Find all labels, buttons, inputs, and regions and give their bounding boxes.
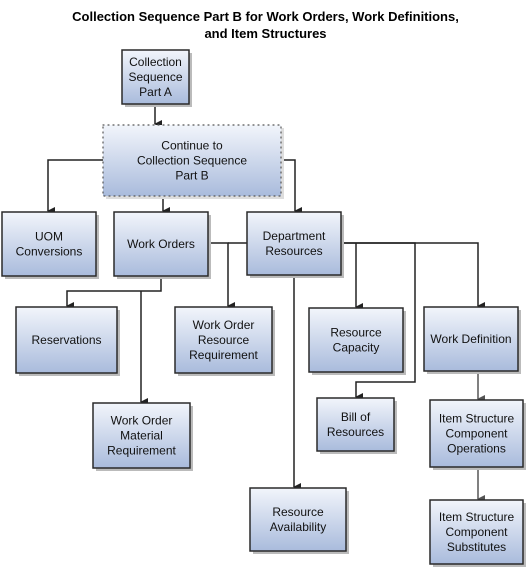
node-reservations: Reservations [15,306,120,376]
node-label-line: Availability [270,520,326,534]
node-res-capacity: ResourceCapacity [308,307,406,375]
node-iscs: Item StructureComponentSubstitutes [429,499,526,567]
node-label-line: Resource [330,326,382,340]
node-label-line: Work Orders [127,237,195,251]
node-label-line: Material [120,429,163,443]
node-label-line: Capacity [333,341,380,355]
node-label-line: Conversions [16,245,83,259]
connector-work_orders-to-reservations [66,276,162,310]
node-label-line: Bill of [341,410,371,424]
node-label-line: Collection [129,55,182,69]
node-res-avail: ResourceAvailability [249,487,349,554]
flow-diagram: CollectionSequencePart AContinue toColle… [1,49,526,567]
node-isco: Item StructureComponentOperations [429,399,526,470]
node-label-line: Department [263,229,326,243]
node-label-line: Continue to [161,139,223,153]
node-label-line: Part B [175,169,208,183]
node-part-a: CollectionSequencePart A [121,49,192,107]
node-work-def: Work Definition [423,306,521,374]
node-label-line: Resources [265,244,322,258]
node-label-line: Requirement [107,444,176,458]
node-label-line: Collection Sequence [137,154,247,168]
node-label-line: Sequence [128,70,182,84]
node-label-line: UOM [35,230,63,244]
node-label-line: Work Definition [430,332,511,346]
node-label-line: Work Order [111,414,173,428]
node-continue: Continue toCollection SequencePart B [102,124,284,199]
node-label-line: Substitutes [447,540,506,554]
node-label-line: Resource [198,333,250,347]
node-label-line: Part A [139,85,172,99]
node-womr: Work OrderMaterialRequirement [92,402,193,471]
node-label-line: Component [445,427,508,441]
node-work-orders: Work Orders [113,211,211,279]
node-label-line: Item Structure [439,510,515,524]
node-label-line: Work Order [193,318,255,332]
node-label-line: Operations [447,442,506,456]
node-label-line: Requirement [189,348,258,362]
node-label-line: Resource [272,505,324,519]
node-dept-res: DepartmentResources [246,211,344,278]
connector-continue-to-uom [47,159,103,215]
node-uom: UOMConversions [1,211,99,279]
connector-dept_res-to-work_def [341,242,485,310]
node-worr: Work OrderResourceRequirement [174,306,275,376]
node-bor: Bill ofResources [316,397,397,454]
node-label-line: Reservations [31,333,101,347]
node-label-line: Item Structure [439,412,515,426]
node-label-line: Component [445,525,508,539]
node-label-line: Resources [327,425,384,439]
